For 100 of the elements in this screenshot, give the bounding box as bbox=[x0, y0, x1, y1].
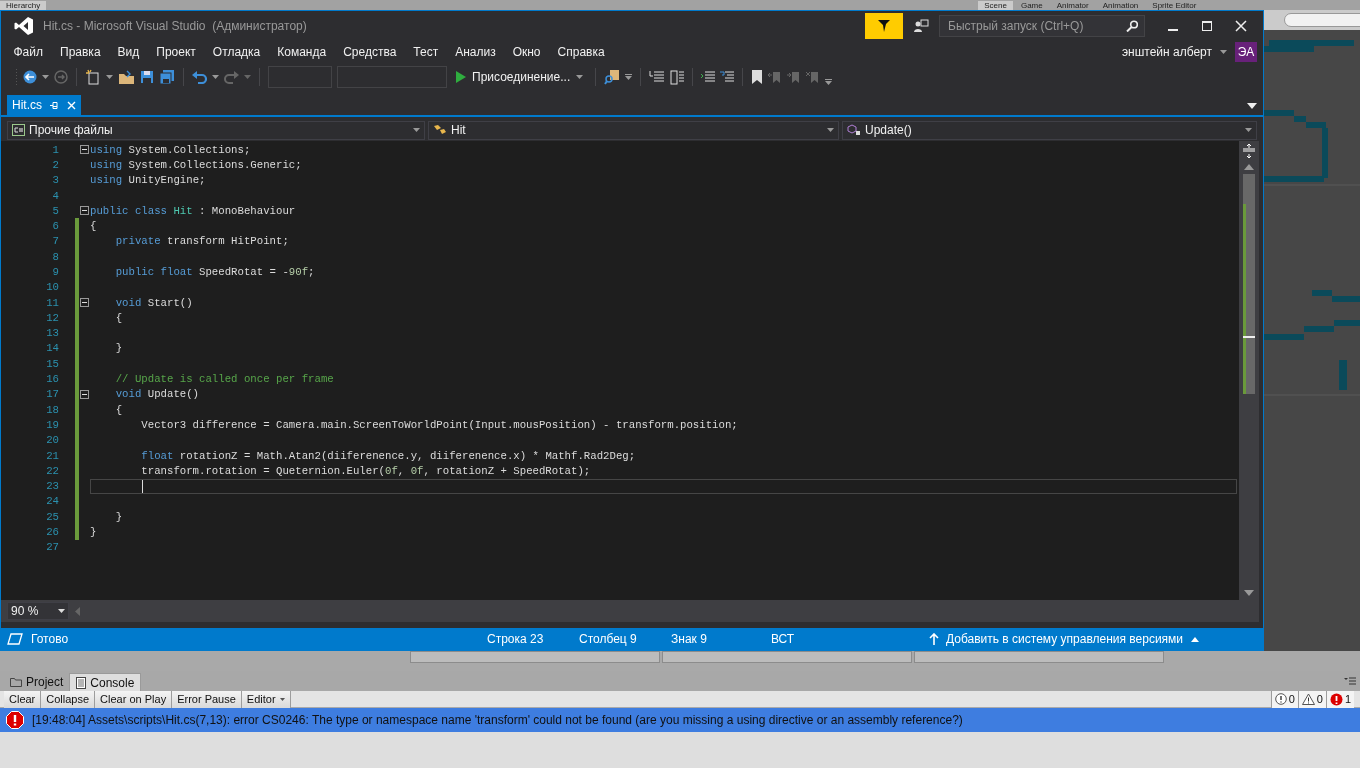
caret-icon[interactable] bbox=[42, 75, 49, 79]
pin-icon[interactable] bbox=[50, 100, 59, 110]
scroll-down-icon[interactable] bbox=[1244, 590, 1254, 596]
status-text: Готово bbox=[31, 631, 70, 648]
panel-tab[interactable]: Project bbox=[4, 673, 70, 691]
menu-item[interactable]: Окно bbox=[504, 43, 550, 61]
maximize-icon[interactable] bbox=[1201, 20, 1213, 32]
redo-icon[interactable] bbox=[224, 70, 239, 84]
panel-tab[interactable]: Hierarchy bbox=[0, 1, 47, 10]
code-line: private transform HitPoint; bbox=[114, 234, 290, 250]
code-line: float rotationZ = Math.Atan2(diiferenence.y, diiferenence.x) * Mathf.Rad2Deg; bbox=[140, 448, 637, 464]
close-icon[interactable] bbox=[1235, 20, 1247, 32]
code-line: { bbox=[114, 402, 124, 418]
line-number: 24 bbox=[45, 494, 59, 510]
document-tab[interactable]: Hit.cs bbox=[7, 95, 81, 115]
caret-icon[interactable] bbox=[212, 75, 219, 79]
panel-menu-icon[interactable] bbox=[1344, 677, 1356, 685]
source-control-button[interactable]: Добавить в систему управления версиями bbox=[946, 630, 1184, 648]
line-number: 15 bbox=[45, 356, 59, 372]
panel-tab[interactable]: Sprite Editor bbox=[1146, 1, 1203, 10]
panel-tab[interactable]: Animator bbox=[1050, 1, 1095, 10]
line-number: 1 bbox=[51, 142, 59, 158]
scroll-up-icon[interactable] bbox=[1244, 164, 1254, 170]
avatar[interactable]: ЭА bbox=[1235, 42, 1257, 62]
account-name[interactable]: энштейн алберт bbox=[1121, 43, 1212, 61]
new-item-icon[interactable] bbox=[85, 69, 101, 85]
scope-dropdown[interactable]: Прочие файлы bbox=[7, 120, 425, 140]
menu-item[interactable]: Правка bbox=[51, 43, 110, 61]
code-line: } bbox=[114, 341, 124, 357]
line-number: 14 bbox=[45, 341, 59, 357]
overflow-icon[interactable] bbox=[825, 79, 833, 85]
status-text: Столбец 9 bbox=[579, 631, 638, 648]
overflow-icon[interactable] bbox=[625, 74, 633, 80]
columns-icon[interactable] bbox=[670, 69, 685, 85]
collapse-icon[interactable] bbox=[80, 389, 89, 399]
attach-button[interactable]: Присоединение... bbox=[452, 68, 588, 86]
publish-icon[interactable] bbox=[929, 633, 939, 645]
line-number: 13 bbox=[45, 326, 59, 342]
search-field[interactable] bbox=[1284, 13, 1360, 27]
line-number: 25 bbox=[45, 509, 59, 525]
zoom-dropdown[interactable]: 90 % bbox=[7, 602, 69, 620]
panel-tab[interactable]: Game bbox=[1014, 1, 1049, 10]
panel-tab[interactable]: Scene bbox=[978, 1, 1013, 10]
collapse-icon[interactable] bbox=[80, 298, 89, 308]
caret-up-icon[interactable] bbox=[1191, 636, 1200, 642]
next-bookmark-icon[interactable] bbox=[787, 70, 802, 84]
indent-icon[interactable] bbox=[701, 71, 716, 83]
caret-icon[interactable] bbox=[106, 75, 113, 79]
scope-dropdown[interactable]: Hit bbox=[428, 120, 839, 140]
split-icon[interactable] bbox=[1242, 144, 1256, 158]
menu-item[interactable]: Отладка bbox=[204, 43, 269, 61]
feedback-icon[interactable] bbox=[913, 19, 929, 33]
bookmark-icon[interactable] bbox=[751, 70, 764, 84]
code-line: transform.rotation = Queternion.Euler(0f, 0f, rotationZ + SpeedRotat); bbox=[140, 463, 592, 479]
dropdown-icon[interactable] bbox=[1247, 103, 1257, 109]
text-cursor bbox=[142, 479, 143, 493]
code-line: { bbox=[114, 310, 124, 326]
menu-item[interactable]: Команда bbox=[268, 43, 335, 61]
code-line: public float SpeedRotat = -90f; bbox=[114, 265, 316, 280]
comment-icon[interactable] bbox=[720, 71, 735, 83]
method-icon bbox=[847, 124, 861, 136]
code-line: } bbox=[90, 525, 98, 540]
line-number: 23 bbox=[45, 479, 59, 495]
forward-icon[interactable] bbox=[54, 70, 68, 84]
panel-tab[interactable]: Animation bbox=[1096, 1, 1145, 10]
menu-item[interactable]: Тест bbox=[404, 43, 447, 61]
line-number: 10 bbox=[45, 280, 59, 296]
line-number: 3 bbox=[51, 173, 59, 189]
collapse-icon[interactable] bbox=[80, 206, 89, 216]
caret-icon bbox=[58, 609, 65, 613]
caret-icon[interactable] bbox=[244, 75, 251, 79]
csharp-file-icon bbox=[12, 124, 25, 136]
feedback-button[interactable] bbox=[865, 13, 903, 39]
clear-bookmark-icon[interactable] bbox=[806, 70, 821, 84]
caret-icon[interactable] bbox=[1220, 50, 1227, 54]
logo-icon bbox=[13, 15, 35, 37]
back-icon[interactable] bbox=[23, 70, 37, 84]
collapse-icon[interactable] bbox=[80, 145, 89, 155]
menu-item[interactable]: Анализ bbox=[446, 43, 505, 61]
scrollbar-thumb[interactable] bbox=[1243, 174, 1255, 394]
search-field[interactable]: Быстрый запуск (Ctrl+Q) bbox=[939, 15, 1145, 37]
menu-item[interactable]: Файл bbox=[5, 43, 52, 61]
code-line: public class Hit : MonoBehaviour bbox=[90, 203, 297, 219]
menu-item[interactable]: Справка bbox=[549, 43, 614, 61]
save-icon[interactable] bbox=[140, 70, 154, 84]
code-line: } bbox=[114, 509, 124, 525]
folder-icon[interactable] bbox=[118, 69, 135, 85]
menu-item[interactable]: Средства bbox=[334, 43, 405, 61]
panel-tab[interactable]: Console bbox=[69, 673, 142, 691]
code-line: void Update() bbox=[114, 387, 201, 403]
undo-icon[interactable] bbox=[192, 70, 207, 84]
log-entry[interactable]: [19:48:04] Assets\scripts\Hit.cs(7,13): error CS0246: The type or namespace name 'transform' could not be found (are you missing a using directive or an assembly reference?) bbox=[0, 708, 1360, 732]
menu-item[interactable]: Проект bbox=[147, 43, 205, 61]
scope-dropdown[interactable]: Update() bbox=[842, 120, 1257, 140]
find-icon[interactable] bbox=[604, 69, 621, 85]
menu-item[interactable]: Вид bbox=[109, 43, 148, 61]
grip-icon bbox=[15, 68, 18, 86]
save-all-icon[interactable] bbox=[159, 69, 175, 85]
error-icon bbox=[6, 711, 24, 729]
line-number: 20 bbox=[45, 433, 59, 449]
